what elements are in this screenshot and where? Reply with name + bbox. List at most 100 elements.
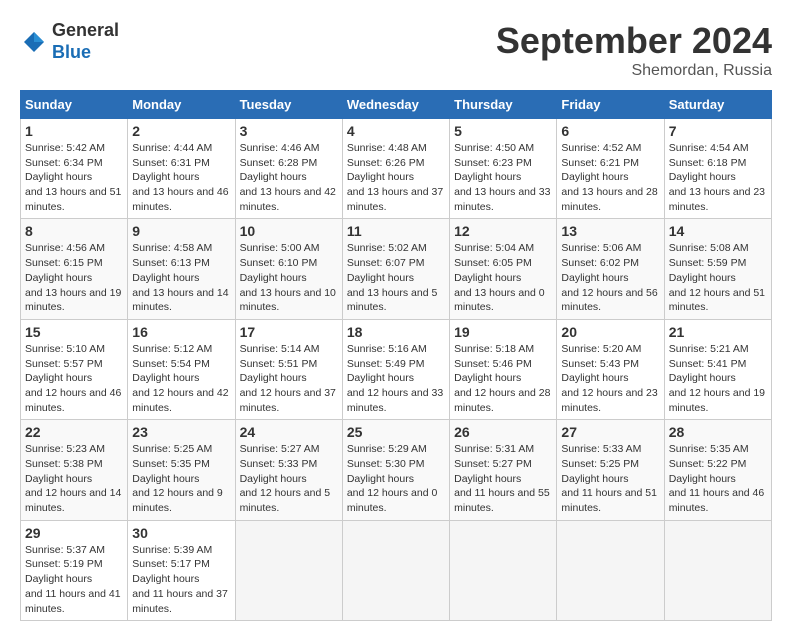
empty-cell — [664, 520, 771, 620]
day-info: Sunrise: 5:10 AM Sunset: 5:57 PM Dayligh… — [25, 342, 123, 415]
day-info: Sunrise: 4:48 AM Sunset: 6:26 PM Dayligh… — [347, 141, 445, 214]
header-sunday: Sunday — [21, 91, 128, 119]
day-info: Sunrise: 5:25 AM Sunset: 5:35 PM Dayligh… — [132, 442, 230, 515]
day-number: 7 — [669, 123, 767, 139]
day-cell-16: 16 Sunrise: 5:12 AM Sunset: 5:54 PM Dayl… — [128, 319, 235, 419]
week-row-3: 15 Sunrise: 5:10 AM Sunset: 5:57 PM Dayl… — [21, 319, 772, 419]
logo-icon — [20, 28, 48, 56]
day-number: 26 — [454, 424, 552, 440]
header-monday: Monday — [128, 91, 235, 119]
day-number: 24 — [240, 424, 338, 440]
day-info: Sunrise: 5:21 AM Sunset: 5:41 PM Dayligh… — [669, 342, 767, 415]
day-cell-4: 4 Sunrise: 4:48 AM Sunset: 6:26 PM Dayli… — [342, 119, 449, 219]
location: Shemordan, Russia — [496, 62, 772, 80]
day-number: 13 — [561, 223, 659, 239]
day-info: Sunrise: 5:37 AM Sunset: 5:19 PM Dayligh… — [25, 543, 123, 616]
calendar-table: Sunday Monday Tuesday Wednesday Thursday… — [20, 90, 772, 621]
day-cell-11: 11 Sunrise: 5:02 AM Sunset: 6:07 PM Dayl… — [342, 219, 449, 319]
day-cell-24: 24 Sunrise: 5:27 AM Sunset: 5:33 PM Dayl… — [235, 420, 342, 520]
empty-cell — [450, 520, 557, 620]
day-info: Sunrise: 4:46 AM Sunset: 6:28 PM Dayligh… — [240, 141, 338, 214]
day-number: 6 — [561, 123, 659, 139]
day-number: 12 — [454, 223, 552, 239]
header-tuesday: Tuesday — [235, 91, 342, 119]
day-cell-26: 26 Sunrise: 5:31 AM Sunset: 5:27 PM Dayl… — [450, 420, 557, 520]
day-cell-27: 27 Sunrise: 5:33 AM Sunset: 5:25 PM Dayl… — [557, 420, 664, 520]
day-number: 15 — [25, 324, 123, 340]
day-number: 3 — [240, 123, 338, 139]
empty-cell — [342, 520, 449, 620]
day-info: Sunrise: 4:50 AM Sunset: 6:23 PM Dayligh… — [454, 141, 552, 214]
day-cell-22: 22 Sunrise: 5:23 AM Sunset: 5:38 PM Dayl… — [21, 420, 128, 520]
day-cell-30: 30 Sunrise: 5:39 AM Sunset: 5:17 PM Dayl… — [128, 520, 235, 620]
day-number: 14 — [669, 223, 767, 239]
day-cell-9: 9 Sunrise: 4:58 AM Sunset: 6:13 PM Dayli… — [128, 219, 235, 319]
day-number: 23 — [132, 424, 230, 440]
day-info: Sunrise: 5:06 AM Sunset: 6:02 PM Dayligh… — [561, 241, 659, 314]
day-info: Sunrise: 5:18 AM Sunset: 5:46 PM Dayligh… — [454, 342, 552, 415]
title-block: September 2024 Shemordan, Russia — [496, 20, 772, 80]
day-number: 25 — [347, 424, 445, 440]
day-info: Sunrise: 5:14 AM Sunset: 5:51 PM Dayligh… — [240, 342, 338, 415]
empty-cell — [235, 520, 342, 620]
day-cell-23: 23 Sunrise: 5:25 AM Sunset: 5:35 PM Dayl… — [128, 420, 235, 520]
day-number: 19 — [454, 324, 552, 340]
day-number: 10 — [240, 223, 338, 239]
day-info: Sunrise: 5:12 AM Sunset: 5:54 PM Dayligh… — [132, 342, 230, 415]
day-number: 27 — [561, 424, 659, 440]
header-thursday: Thursday — [450, 91, 557, 119]
day-cell-6: 6 Sunrise: 4:52 AM Sunset: 6:21 PM Dayli… — [557, 119, 664, 219]
day-cell-19: 19 Sunrise: 5:18 AM Sunset: 5:46 PM Dayl… — [450, 319, 557, 419]
day-number: 4 — [347, 123, 445, 139]
day-cell-7: 7 Sunrise: 4:54 AM Sunset: 6:18 PM Dayli… — [664, 119, 771, 219]
day-info: Sunrise: 5:08 AM Sunset: 5:59 PM Dayligh… — [669, 241, 767, 314]
day-number: 17 — [240, 324, 338, 340]
page-header: General Blue September 2024 Shemordan, R… — [20, 20, 772, 80]
day-cell-8: 8 Sunrise: 4:56 AM Sunset: 6:15 PM Dayli… — [21, 219, 128, 319]
day-cell-12: 12 Sunrise: 5:04 AM Sunset: 6:05 PM Dayl… — [450, 219, 557, 319]
header-friday: Friday — [557, 91, 664, 119]
day-cell-2: 2 Sunrise: 4:44 AM Sunset: 6:31 PM Dayli… — [128, 119, 235, 219]
day-info: Sunrise: 5:00 AM Sunset: 6:10 PM Dayligh… — [240, 241, 338, 314]
day-number: 1 — [25, 123, 123, 139]
day-info: Sunrise: 5:27 AM Sunset: 5:33 PM Dayligh… — [240, 442, 338, 515]
day-info: Sunrise: 5:31 AM Sunset: 5:27 PM Dayligh… — [454, 442, 552, 515]
day-cell-10: 10 Sunrise: 5:00 AM Sunset: 6:10 PM Dayl… — [235, 219, 342, 319]
day-cell-25: 25 Sunrise: 5:29 AM Sunset: 5:30 PM Dayl… — [342, 420, 449, 520]
month-title: September 2024 — [496, 20, 772, 62]
header-wednesday: Wednesday — [342, 91, 449, 119]
logo-blue-text: Blue — [52, 42, 91, 62]
day-info: Sunrise: 5:39 AM Sunset: 5:17 PM Dayligh… — [132, 543, 230, 616]
day-cell-13: 13 Sunrise: 5:06 AM Sunset: 6:02 PM Dayl… — [557, 219, 664, 319]
logo: General Blue — [20, 20, 119, 63]
day-info: Sunrise: 4:54 AM Sunset: 6:18 PM Dayligh… — [669, 141, 767, 214]
empty-cell — [557, 520, 664, 620]
day-info: Sunrise: 5:02 AM Sunset: 6:07 PM Dayligh… — [347, 241, 445, 314]
day-cell-28: 28 Sunrise: 5:35 AM Sunset: 5:22 PM Dayl… — [664, 420, 771, 520]
week-row-4: 22 Sunrise: 5:23 AM Sunset: 5:38 PM Dayl… — [21, 420, 772, 520]
week-row-2: 8 Sunrise: 4:56 AM Sunset: 6:15 PM Dayli… — [21, 219, 772, 319]
day-number: 29 — [25, 525, 123, 541]
day-number: 2 — [132, 123, 230, 139]
day-number: 22 — [25, 424, 123, 440]
day-info: Sunrise: 4:52 AM Sunset: 6:21 PM Dayligh… — [561, 141, 659, 214]
week-row-5: 29 Sunrise: 5:37 AM Sunset: 5:19 PM Dayl… — [21, 520, 772, 620]
day-info: Sunrise: 5:33 AM Sunset: 5:25 PM Dayligh… — [561, 442, 659, 515]
day-cell-21: 21 Sunrise: 5:21 AM Sunset: 5:41 PM Dayl… — [664, 319, 771, 419]
header-row: Sunday Monday Tuesday Wednesday Thursday… — [21, 91, 772, 119]
day-cell-15: 15 Sunrise: 5:10 AM Sunset: 5:57 PM Dayl… — [21, 319, 128, 419]
day-info: Sunrise: 4:56 AM Sunset: 6:15 PM Dayligh… — [25, 241, 123, 314]
day-cell-1: 1 Sunrise: 5:42 AM Sunset: 6:34 PM Dayli… — [21, 119, 128, 219]
day-info: Sunrise: 5:29 AM Sunset: 5:30 PM Dayligh… — [347, 442, 445, 515]
day-info: Sunrise: 4:58 AM Sunset: 6:13 PM Dayligh… — [132, 241, 230, 314]
day-info: Sunrise: 5:23 AM Sunset: 5:38 PM Dayligh… — [25, 442, 123, 515]
day-number: 9 — [132, 223, 230, 239]
header-saturday: Saturday — [664, 91, 771, 119]
day-info: Sunrise: 5:42 AM Sunset: 6:34 PM Dayligh… — [25, 141, 123, 214]
day-cell-18: 18 Sunrise: 5:16 AM Sunset: 5:49 PM Dayl… — [342, 319, 449, 419]
day-cell-5: 5 Sunrise: 4:50 AM Sunset: 6:23 PM Dayli… — [450, 119, 557, 219]
day-number: 20 — [561, 324, 659, 340]
day-cell-29: 29 Sunrise: 5:37 AM Sunset: 5:19 PM Dayl… — [21, 520, 128, 620]
day-number: 18 — [347, 324, 445, 340]
day-info: Sunrise: 5:20 AM Sunset: 5:43 PM Dayligh… — [561, 342, 659, 415]
